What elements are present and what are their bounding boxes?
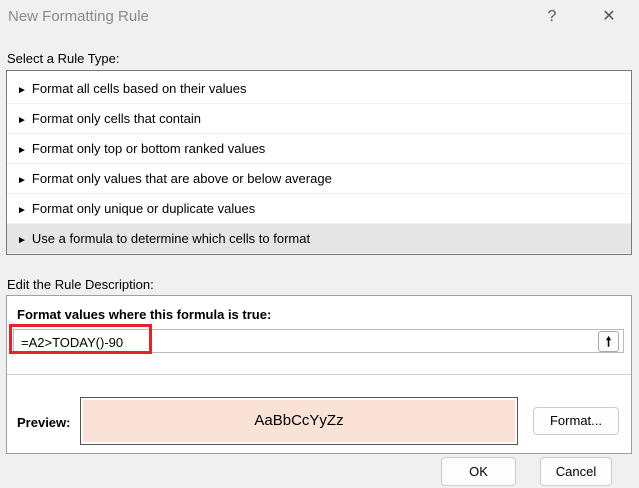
help-button[interactable]: ? xyxy=(537,4,567,30)
close-button[interactable]: ✕ xyxy=(594,4,624,30)
rule-type-item[interactable]: ► Format all cells based on their values xyxy=(7,74,631,104)
rule-description-panel: Format values where this formula is true… xyxy=(6,295,632,454)
collapse-dialog-button[interactable]: 🠕 xyxy=(598,331,619,352)
arrow-icon: ► xyxy=(17,115,27,126)
item-label: Format only cells that contain xyxy=(31,111,201,126)
item-label: Format only values that are above or bel… xyxy=(31,171,332,186)
description-label: Edit the Rule Description: xyxy=(7,277,154,292)
preview-text: AaBbCcYyZz xyxy=(83,400,515,442)
rule-type-item[interactable]: ► Format only unique or duplicate values xyxy=(7,194,631,224)
cancel-button[interactable]: Cancel xyxy=(540,457,612,486)
highlight-box xyxy=(9,324,152,354)
rule-type-item[interactable]: ► Format only values that are above or be… xyxy=(7,164,631,194)
arrow-icon: ► xyxy=(17,85,27,96)
item-label: Format only top or bottom ranked values xyxy=(31,141,266,156)
item-label: Use a formula to determine which cells t… xyxy=(31,231,311,246)
rule-type-item-selected[interactable]: ► Use a formula to determine which cells … xyxy=(7,224,631,254)
rule-type-list[interactable]: ► Format all cells based on their values … xyxy=(6,70,632,255)
ok-button[interactable]: OK xyxy=(441,457,516,486)
formula-label: Format values where this formula is true… xyxy=(17,307,272,322)
item-label: Format all cells based on their values xyxy=(31,81,247,96)
format-button[interactable]: Format... xyxy=(533,407,619,435)
rule-type-item[interactable]: ► Format only cells that contain xyxy=(7,104,631,134)
preview-box: AaBbCcYyZz xyxy=(80,397,518,445)
dialog-title: New Formatting Rule xyxy=(8,8,149,25)
arrow-icon: ► xyxy=(17,145,27,156)
arrow-icon: ► xyxy=(17,235,27,246)
item-label: Format only unique or duplicate values xyxy=(31,201,256,216)
rule-type-item[interactable]: ► Format only top or bottom ranked values xyxy=(7,134,631,164)
arrow-icon: ► xyxy=(17,175,27,186)
rule-type-label: Select a Rule Type: xyxy=(7,51,120,66)
divider xyxy=(7,374,631,375)
arrow-icon: ► xyxy=(17,205,27,216)
preview-label: Preview: xyxy=(17,415,71,430)
